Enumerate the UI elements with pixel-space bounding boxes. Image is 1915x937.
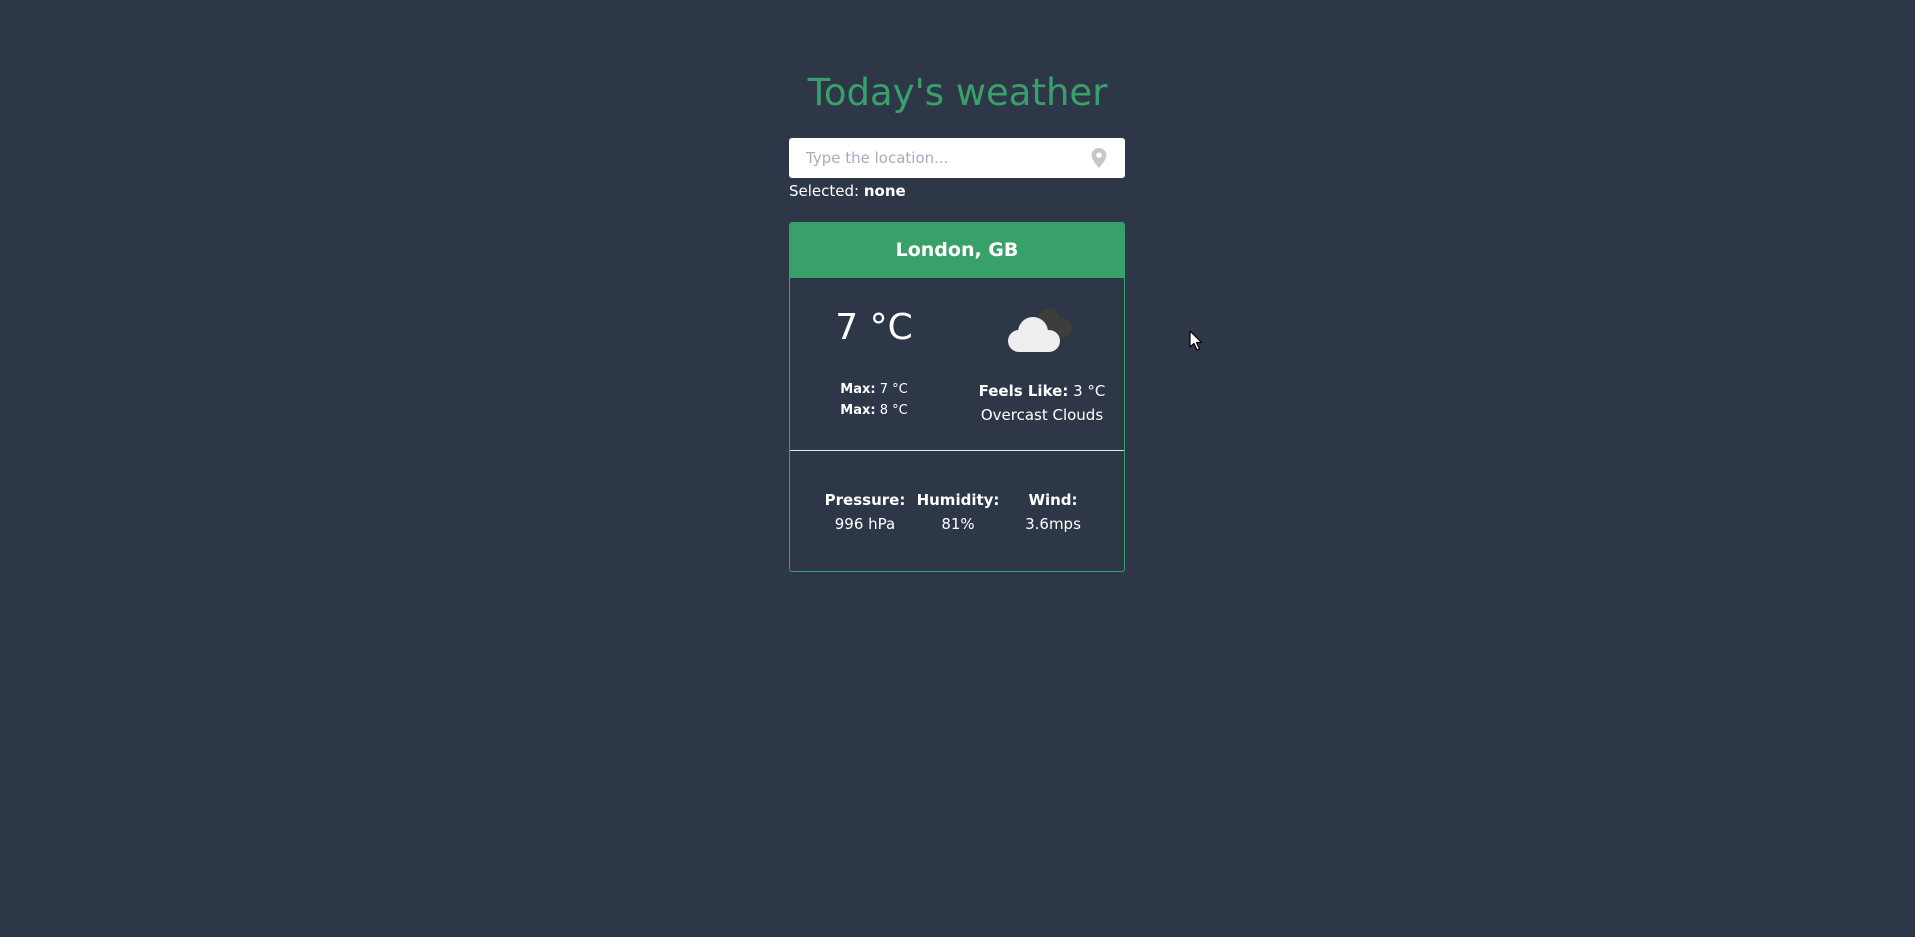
location-search[interactable] [789,138,1125,178]
feels-like-block: Feels Like: 3 °C Overcast Clouds [958,379,1124,427]
page-title: Today's weather [807,71,1108,114]
stat-pressure: Pressure: 996 hPa [817,488,913,536]
min-max-temperature: Max: 7 °C Max: 8 °C [790,379,958,421]
max-temp-value: 8 °C [879,403,908,418]
stat-value: 996 hPa [834,515,896,533]
min-temp-label: Max: [840,382,876,397]
stat-label: Humidity: [916,491,1000,509]
selected-value: none [863,182,906,200]
min-temp-value: 7 °C [879,382,908,397]
current-temperature: 7 °C [835,307,913,348]
weather-stats: Pressure: 996 hPa Humidity: 81% Wind: 3.… [790,451,1124,571]
stat-humidity: Humidity: 81% [910,488,1006,536]
location-input[interactable] [789,138,1079,178]
feels-like-label: Feels Like: [978,382,1069,400]
feels-like-row: Feels Like: 3 °C [958,379,1124,403]
feels-like-value: 3 °C [1073,382,1106,400]
weather-app: Today's weather Selected: none London, G… [0,0,1915,937]
stat-value: 3.6mps [1025,515,1081,533]
stat-label: Pressure: [824,491,906,509]
max-temp-label: Max: [840,403,876,418]
weather-description: Overcast Clouds [980,406,1104,424]
mouse-cursor-icon [1189,330,1203,351]
overcast-clouds-icon [1008,308,1072,352]
location-title: London, GB [790,223,1124,278]
stat-value: 81% [941,515,975,533]
current-conditions: 7 °C Max: 7 °C Max: 8 °C Feels Like: 3 °… [790,278,1124,451]
stat-label: Wind: [1028,491,1078,509]
min-temp-row: Max: 7 °C [790,379,958,400]
selected-label: Selected: [789,182,860,200]
weather-card: London, GB 7 °C Max: 7 °C Max: 8 °C Feel… [789,222,1125,572]
map-pin-icon [1091,148,1107,168]
max-temp-row: Max: 8 °C [790,400,958,421]
selected-location: Selected: none [789,181,906,201]
stat-wind: Wind: 3.6mps [1005,488,1101,536]
